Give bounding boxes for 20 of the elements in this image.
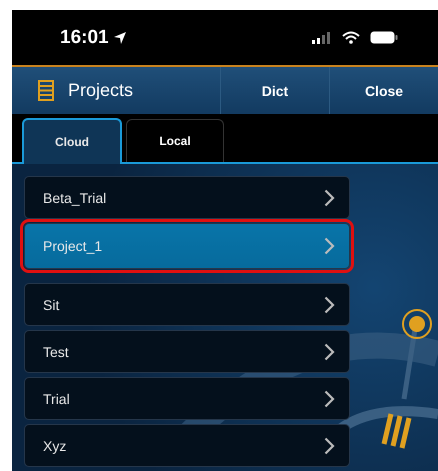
chevron-right-icon [324, 436, 335, 454]
chevron-right-icon [324, 296, 335, 314]
clock-time: 16:01 [60, 26, 109, 48]
chevron-right-icon [324, 188, 335, 206]
screen-title: Projects [68, 80, 134, 101]
chevron-right-icon [324, 342, 335, 360]
project-item[interactable]: Beta_Trial [24, 176, 350, 219]
chevron-right-icon [324, 237, 335, 255]
project-item[interactable]: Xyz [24, 424, 350, 467]
project-item[interactable]: Sit [24, 283, 350, 326]
battery-icon [370, 31, 398, 44]
list-icon[interactable] [38, 80, 54, 101]
signal-icon [312, 32, 332, 44]
wifi-icon [342, 31, 360, 44]
project-item[interactable]: Trial [24, 377, 350, 420]
chevron-right-icon [324, 390, 335, 408]
tab[interactable]: Local [126, 119, 224, 162]
tab[interactable]: Cloud [22, 118, 122, 164]
location-arrow-icon [112, 30, 127, 44]
project-item[interactable]: Test [24, 330, 350, 373]
